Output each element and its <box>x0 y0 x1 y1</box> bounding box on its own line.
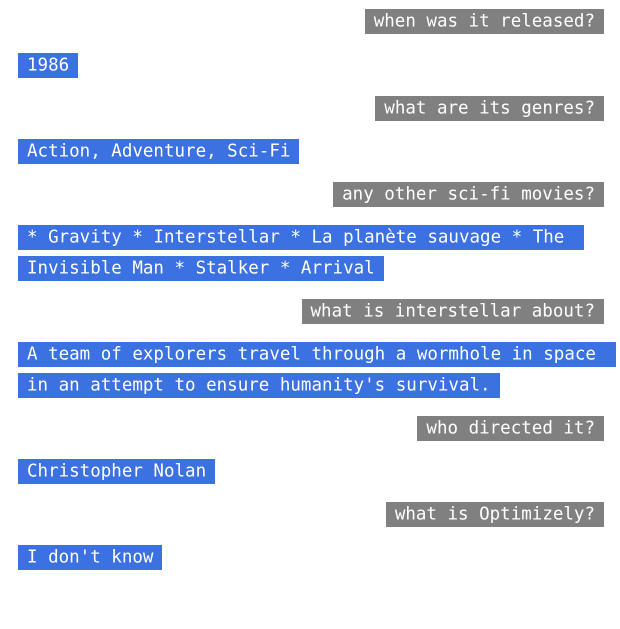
chat-bubble-user[interactable]: any other sci-fi movies? <box>333 181 604 207</box>
message-gap <box>18 530 604 542</box>
message-gap <box>18 444 604 456</box>
chat-bubble-user[interactable]: what are its genres? <box>375 95 604 121</box>
chat-bubble-bot[interactable]: 1986 <box>18 52 79 78</box>
message-row-user: what is Optimizely? <box>18 499 604 530</box>
chat-bubble-user[interactable]: when was it released? <box>364 8 604 34</box>
message-row-bot: 1986 <box>18 50 604 81</box>
message-gap <box>18 327 604 339</box>
chat-bubble-user[interactable]: what is interstellar about? <box>301 298 604 324</box>
message-row-user: what is interstellar about? <box>18 296 604 327</box>
message-row-bot: I don't know <box>18 542 604 573</box>
chat-bubble-bot[interactable]: Action, Adventure, Sci-Fi <box>18 138 300 164</box>
message-row-user: any other sci-fi movies? <box>18 179 604 210</box>
message-gap <box>18 284 604 296</box>
message-row-user: who directed it? <box>18 413 604 444</box>
chat-bubble-user[interactable]: who directed it? <box>417 415 604 441</box>
message-gap <box>18 210 604 222</box>
message-row-user: what are its genres? <box>18 93 604 124</box>
message-row-bot: Christopher Nolan <box>18 456 604 487</box>
message-gap <box>18 487 604 499</box>
message-row-bot: A team of explorers travel through a wor… <box>18 339 616 401</box>
chat-bubble-bot[interactable]: A team of explorers travel through a wor… <box>18 341 616 398</box>
chat-bubble-bot[interactable]: I don't know <box>18 544 163 570</box>
message-gap <box>18 37 604 50</box>
chat-bubble-user[interactable]: what is Optimizely? <box>385 501 604 527</box>
message-gap <box>18 81 604 93</box>
chat-transcript: when was it released? 1986 what are its … <box>0 0 620 629</box>
chat-bubble-bot[interactable]: * Gravity * Interstellar * La planète sa… <box>18 224 584 281</box>
message-row-bot: * Gravity * Interstellar * La planète sa… <box>18 222 604 284</box>
message-row-user: when was it released? <box>18 6 604 37</box>
message-row-bot: Action, Adventure, Sci-Fi <box>18 136 604 167</box>
message-gap <box>18 401 604 413</box>
message-gap <box>18 124 604 136</box>
message-gap <box>18 167 604 179</box>
chat-bubble-bot[interactable]: Christopher Nolan <box>18 458 216 484</box>
